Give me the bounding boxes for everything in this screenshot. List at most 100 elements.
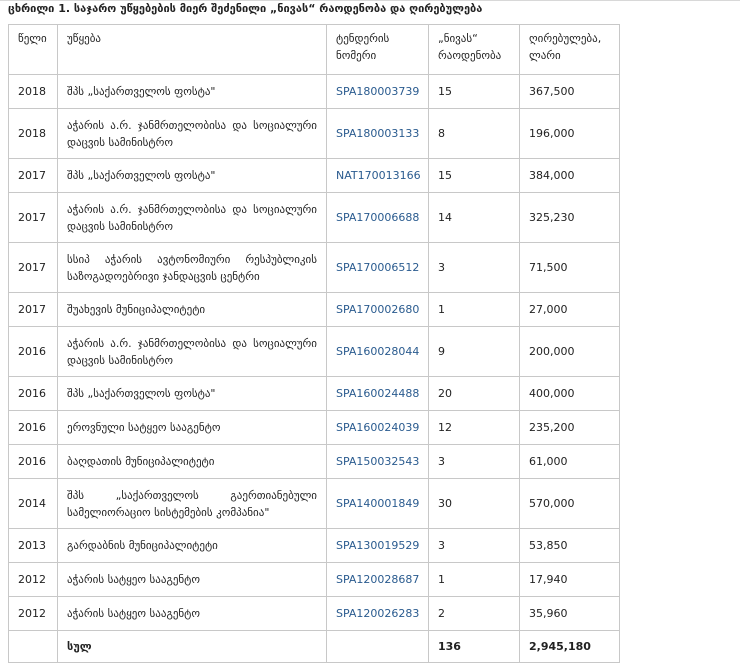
year-cell: 2016 [8, 444, 58, 479]
count-cell: 8 [428, 108, 520, 159]
table-row: 2012 აჭარის სატყეო სააგენტო SPA120028687 1 1… [8, 562, 620, 597]
year-cell: 2012 [8, 562, 58, 597]
table-row: 2014 შპს „საქართველოს გაერთიანებული სამელ… [8, 478, 620, 529]
table-row: 2018 აჭარის ა.რ. ჯანმრთელობისა და სოციალუ… [8, 108, 620, 159]
table-row: 2016 შპს „საქართველოს ფოსტა" SPA160024488 2… [8, 376, 620, 411]
table-row: 2017 შპს „საქართველოს ფოსტა" NAT170013166 1… [8, 158, 620, 193]
org-cell: აჭარის სატყეო სააგენტო [57, 562, 327, 597]
table-row: 2017 აჭარის ა.რ. ჯანმრთელობისა და სოციალუ… [8, 192, 620, 243]
tender-cell: SPA180003739 [326, 74, 429, 109]
value-cell: 200,000 [519, 326, 620, 377]
org-cell: ბაღდათის მუნიციპალიტეტი [57, 444, 327, 479]
table-row: 2017 სსიპ აჭარის ავტონომიური რესპუბლიკის … [8, 242, 620, 293]
org-cell: შპს „საქართველოს ფოსტა" [57, 74, 327, 109]
value-cell: 325,230 [519, 192, 620, 243]
org-cell: შპს „საქართველოს გაერთიანებული სამელიორა… [57, 478, 327, 529]
tender-link[interactable]: SPA180003133 [336, 127, 419, 140]
tender-link[interactable]: SPA160024039 [336, 421, 419, 434]
value-cell: 17,940 [519, 562, 620, 597]
table-row: 2012 აჭარის სატყეო სააგენტო SPA120026283 2 3… [8, 596, 620, 631]
year-cell: 2014 [8, 478, 58, 529]
value-cell: 35,960 [519, 596, 620, 631]
tender-cell: SPA150032543 [326, 444, 429, 479]
year-cell: 2017 [8, 192, 58, 243]
tender-link[interactable]: SPA160028044 [336, 345, 419, 358]
org-cell: აჭარის ა.რ. ჯანმრთელობისა და სოციალური დ… [57, 192, 327, 243]
value-cell: 61,000 [519, 444, 620, 479]
tender-link[interactable]: SPA140001849 [336, 497, 419, 510]
org-cell: შპს „საქართველოს ფოსტა" [57, 158, 327, 193]
year-cell: 2013 [8, 528, 58, 563]
tender-cell: NAT170013166 [326, 158, 429, 193]
tender-link[interactable]: SPA130019529 [336, 539, 419, 552]
count-cell: 1 [428, 292, 520, 327]
org-cell: სსიპ აჭარის ავტონომიური რესპუბლიკის საზო… [57, 242, 327, 293]
value-cell: 235,200 [519, 410, 620, 445]
top-divider [0, 0, 740, 1]
value-cell: 384,000 [519, 158, 620, 193]
value-cell: 53,850 [519, 528, 620, 563]
count-cell: 3 [428, 444, 520, 479]
header-count: „ნივას“ რაოდენობა [428, 24, 520, 75]
org-cell: შპს „საქართველოს ფოსტა" [57, 376, 327, 411]
table-row: 2013 გარდაბნის მუნიციპალიტეტი SPA130019529… [8, 528, 620, 563]
count-cell: 14 [428, 192, 520, 243]
tender-link[interactable]: SPA180003739 [336, 85, 419, 98]
table-row: 2018 შპს „საქართველოს ფოსტა" SPA180003739 1… [8, 74, 620, 109]
org-cell: აჭარის ა.რ. ჯანმრთელობისა და სოციალური დ… [57, 326, 327, 377]
value-cell: 71,500 [519, 242, 620, 293]
org-cell: გარდაბნის მუნიციპალიტეტი [57, 528, 327, 563]
year-cell: 2018 [8, 108, 58, 159]
year-cell: 2012 [8, 596, 58, 631]
count-cell: 9 [428, 326, 520, 377]
table-row: 2016 ეროვნული სატყეო სააგენტო SPA160024039… [8, 410, 620, 445]
table-caption: ცხრილი 1. საჯარო უწყებების მიერ შეძენილი… [8, 2, 483, 15]
tender-cell: SPA140001849 [326, 478, 429, 529]
org-cell: შუახევის მუნიციპალიტეტი [57, 292, 327, 327]
header-year: წელი [8, 24, 58, 75]
value-cell: 400,000 [519, 376, 620, 411]
tender-cell: SPA120026283 [326, 596, 429, 631]
tender-cell: SPA180003133 [326, 108, 429, 159]
year-cell: 2016 [8, 410, 58, 445]
table-row: 2017 შუახევის მუნიციპალიტეტი SPA170002680 1… [8, 292, 620, 327]
table-row: 2016 აჭარის ა.რ. ჯანმრთელობისა და სოციალუ… [8, 326, 620, 377]
tender-cell: SPA170006512 [326, 242, 429, 293]
count-cell: 3 [428, 242, 520, 293]
tender-link[interactable]: SPA170006512 [336, 261, 419, 274]
count-cell: 12 [428, 410, 520, 445]
value-cell: 196,000 [519, 108, 620, 159]
tender-link[interactable]: NAT170013166 [336, 169, 421, 182]
count-cell: 15 [428, 158, 520, 193]
header-org: უწყება [57, 24, 327, 75]
tender-cell: SPA160024039 [326, 410, 429, 445]
count-cell: 2 [428, 596, 520, 631]
tender-link[interactable]: SPA150032543 [336, 455, 419, 468]
year-cell: 2017 [8, 158, 58, 193]
tender-link[interactable]: SPA120026283 [336, 607, 419, 620]
count-cell: 15 [428, 74, 520, 109]
tender-cell: SPA170002680 [326, 292, 429, 327]
tender-link[interactable]: SPA170002680 [336, 303, 419, 316]
value-cell: 367,500 [519, 74, 620, 109]
tender-link[interactable]: SPA170006688 [336, 211, 419, 224]
year-cell: 2017 [8, 292, 58, 327]
header-tender: ტენდერის ნომერი [326, 24, 429, 75]
header-row: წელი უწყება ტენდერის ნომერი „ნივას“ რაოდენ… [8, 24, 620, 75]
count-cell: 20 [428, 376, 520, 411]
tender-link[interactable]: SPA160024488 [336, 387, 419, 400]
tender-cell: SPA170006688 [326, 192, 429, 243]
tender-cell: SPA160028044 [326, 326, 429, 377]
value-cell: 570,000 [519, 478, 620, 529]
tender-cell: SPA130019529 [326, 528, 429, 563]
tender-cell: SPA120028687 [326, 562, 429, 597]
year-cell: 2016 [8, 326, 58, 377]
org-cell: აჭარის სატყეო სააგენტო [57, 596, 327, 631]
year-cell: 2017 [8, 242, 58, 293]
tender-link[interactable]: SPA120028687 [336, 573, 419, 586]
count-cell: 1 [428, 562, 520, 597]
org-cell: ეროვნული სატყეო სააგენტო [57, 410, 327, 445]
procurement-table: წელი უწყება ტენდერის ნომერი „ნივას“ რაოდენ… [8, 24, 620, 663]
header-value: ღირებულება, ლარი [519, 24, 620, 75]
count-cell: 3 [428, 528, 520, 563]
